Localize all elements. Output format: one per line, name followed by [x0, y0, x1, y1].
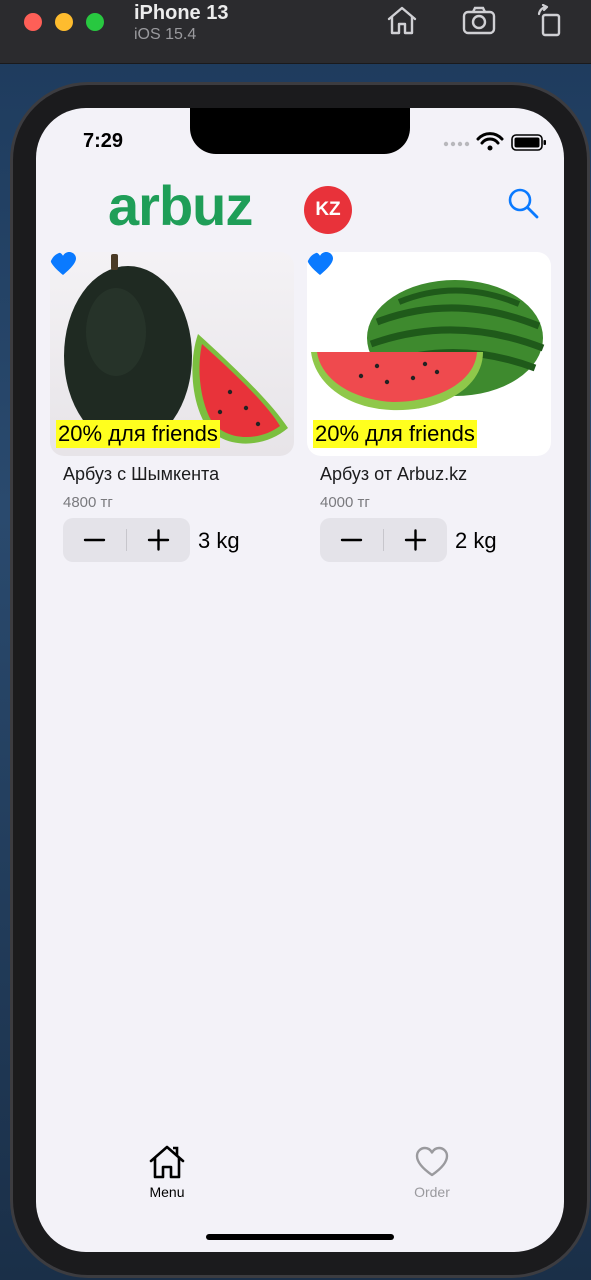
logo-text: arbuz — [108, 174, 253, 237]
minus-icon[interactable] — [320, 518, 383, 562]
minimize-window-button[interactable] — [55, 13, 73, 31]
tab-menu[interactable]: Menu — [127, 1144, 207, 1208]
product-name: Арбуз от Arbuz.kz — [320, 464, 468, 484]
tab-label: Menu — [149, 1184, 185, 1200]
cellular-icon — [443, 141, 470, 147]
zoom-window-button[interactable] — [86, 13, 104, 31]
product-card[interactable]: 20% для friends Арбуз от Arbuz.kz 4000 т… — [307, 252, 551, 562]
search-icon[interactable] — [506, 186, 540, 220]
quantity-stepper — [63, 518, 190, 562]
heart-icon — [415, 1146, 449, 1177]
plus-icon[interactable] — [384, 518, 447, 562]
promo-label: 20% для friends — [56, 420, 220, 448]
heart-icon[interactable] — [307, 252, 333, 276]
home-icon — [149, 1145, 185, 1179]
tab-order[interactable]: Order — [392, 1144, 472, 1208]
quantity-label: 3 kg — [198, 528, 240, 553]
notch — [190, 108, 410, 154]
logo-badge: KZ — [304, 186, 352, 234]
quantity-label: 2 kg — [455, 528, 497, 553]
battery-icon — [511, 134, 546, 151]
screenshot-icon[interactable] — [462, 4, 496, 38]
quantity-stepper — [320, 518, 447, 562]
app-screen: 7:29 arbuz KZ 20% для friends Арбуз с Шы… — [36, 108, 564, 1252]
close-window-button[interactable] — [24, 13, 42, 31]
minus-icon[interactable] — [63, 518, 126, 562]
home-icon[interactable] — [385, 4, 419, 38]
heart-icon[interactable] — [50, 252, 76, 276]
product-price: 4000 тг — [320, 494, 370, 511]
status-time: 7:29 — [83, 130, 124, 152]
device-name: iPhone 13 — [134, 2, 229, 24]
tab-label: Order — [414, 1184, 450, 1200]
product-image: 20% для friends — [50, 252, 294, 456]
product-card[interactable]: 20% для friends Арбуз с Шымкента 4800 тг… — [50, 252, 294, 562]
plus-icon[interactable] — [127, 518, 190, 562]
status-icons — [443, 132, 546, 151]
rotate-icon[interactable] — [533, 4, 567, 38]
os-version: iOS 15.4 — [134, 26, 197, 43]
simulator-titlebar: iPhone 13 iOS 15.4 — [0, 0, 591, 64]
product-image: 20% для friends — [307, 252, 551, 456]
wifi-icon — [476, 132, 504, 151]
product-name: Арбуз с Шымкента — [63, 464, 220, 484]
promo-label: 20% для friends — [313, 420, 477, 448]
home-indicator[interactable] — [206, 1234, 394, 1240]
product-price: 4800 тг — [63, 494, 113, 511]
